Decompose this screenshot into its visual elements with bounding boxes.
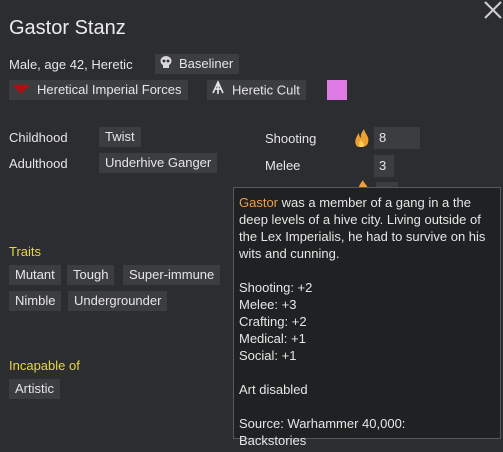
- faction-emblem-icon: [11, 81, 31, 101]
- incapable-chip: Artistic: [9, 379, 60, 399]
- skull-icon: [159, 55, 173, 75]
- tooltip-disabled-work: Art disabled: [239, 382, 308, 397]
- close-icon: [484, 1, 502, 19]
- tooltip-stat: Social: +1: [239, 348, 297, 363]
- ideology-symbol-icon: [210, 80, 226, 102]
- ideology-chip[interactable]: Heretic Cult: [207, 80, 306, 100]
- adulthood-backstory[interactable]: Underhive Ganger: [99, 153, 218, 173]
- tooltip-source-line2: Backstories: [239, 433, 307, 448]
- ideology-label: Heretic Cult: [232, 82, 300, 98]
- skill-melee-value[interactable]: 3: [374, 155, 394, 177]
- tooltip-source-line1: Source: Warhammer 40,000:: [239, 416, 406, 431]
- adulthood-label: Adulthood: [9, 156, 68, 171]
- trait-chip[interactable]: Mutant: [9, 265, 61, 285]
- tooltip-stat: Shooting: +2: [239, 280, 313, 295]
- tooltip-description: Gastor was a member of a gang in a the d…: [239, 194, 495, 262]
- skill-shooting-label: Shooting: [265, 131, 317, 146]
- trait-chip[interactable]: Nimble: [9, 291, 62, 311]
- close-button[interactable]: [483, 0, 503, 20]
- pawn-name: Gastor Stanz: [9, 17, 126, 39]
- trait-chip[interactable]: Undergrounder: [68, 291, 168, 311]
- xenotype-chip[interactable]: Baseliner: [155, 54, 240, 75]
- childhood-backstory[interactable]: Twist: [99, 127, 141, 147]
- tooltip-pawn-name: Gastor: [239, 195, 279, 210]
- trait-chip[interactable]: Super-immune: [123, 265, 221, 285]
- pawn-description: Male, age 42, Heretic: [9, 57, 133, 72]
- childhood-label: Childhood: [9, 130, 68, 145]
- faction-chip[interactable]: Heretical Imperial Forces: [9, 80, 188, 100]
- xenotype-label: Baseliner: [179, 56, 234, 71]
- trait-chip[interactable]: Tough: [67, 265, 115, 285]
- flame-icon: [352, 128, 372, 153]
- tooltip-stat: Melee: +3: [239, 297, 297, 312]
- backstory-tooltip: Gastor was a member of a gang in a the d…: [233, 187, 501, 448]
- skill-melee-label: Melee: [265, 158, 301, 173]
- tooltip-stat: Medical: +1: [239, 331, 306, 346]
- skill-shooting-value[interactable]: 8: [374, 127, 420, 149]
- traits-heading: Traits: [9, 244, 42, 259]
- tooltip-stat: Crafting: +2: [239, 314, 307, 329]
- faction-label: Heretical Imperial Forces: [37, 82, 182, 97]
- ideology-color-swatch[interactable]: [327, 80, 347, 100]
- incapable-heading: Incapable of: [9, 358, 80, 373]
